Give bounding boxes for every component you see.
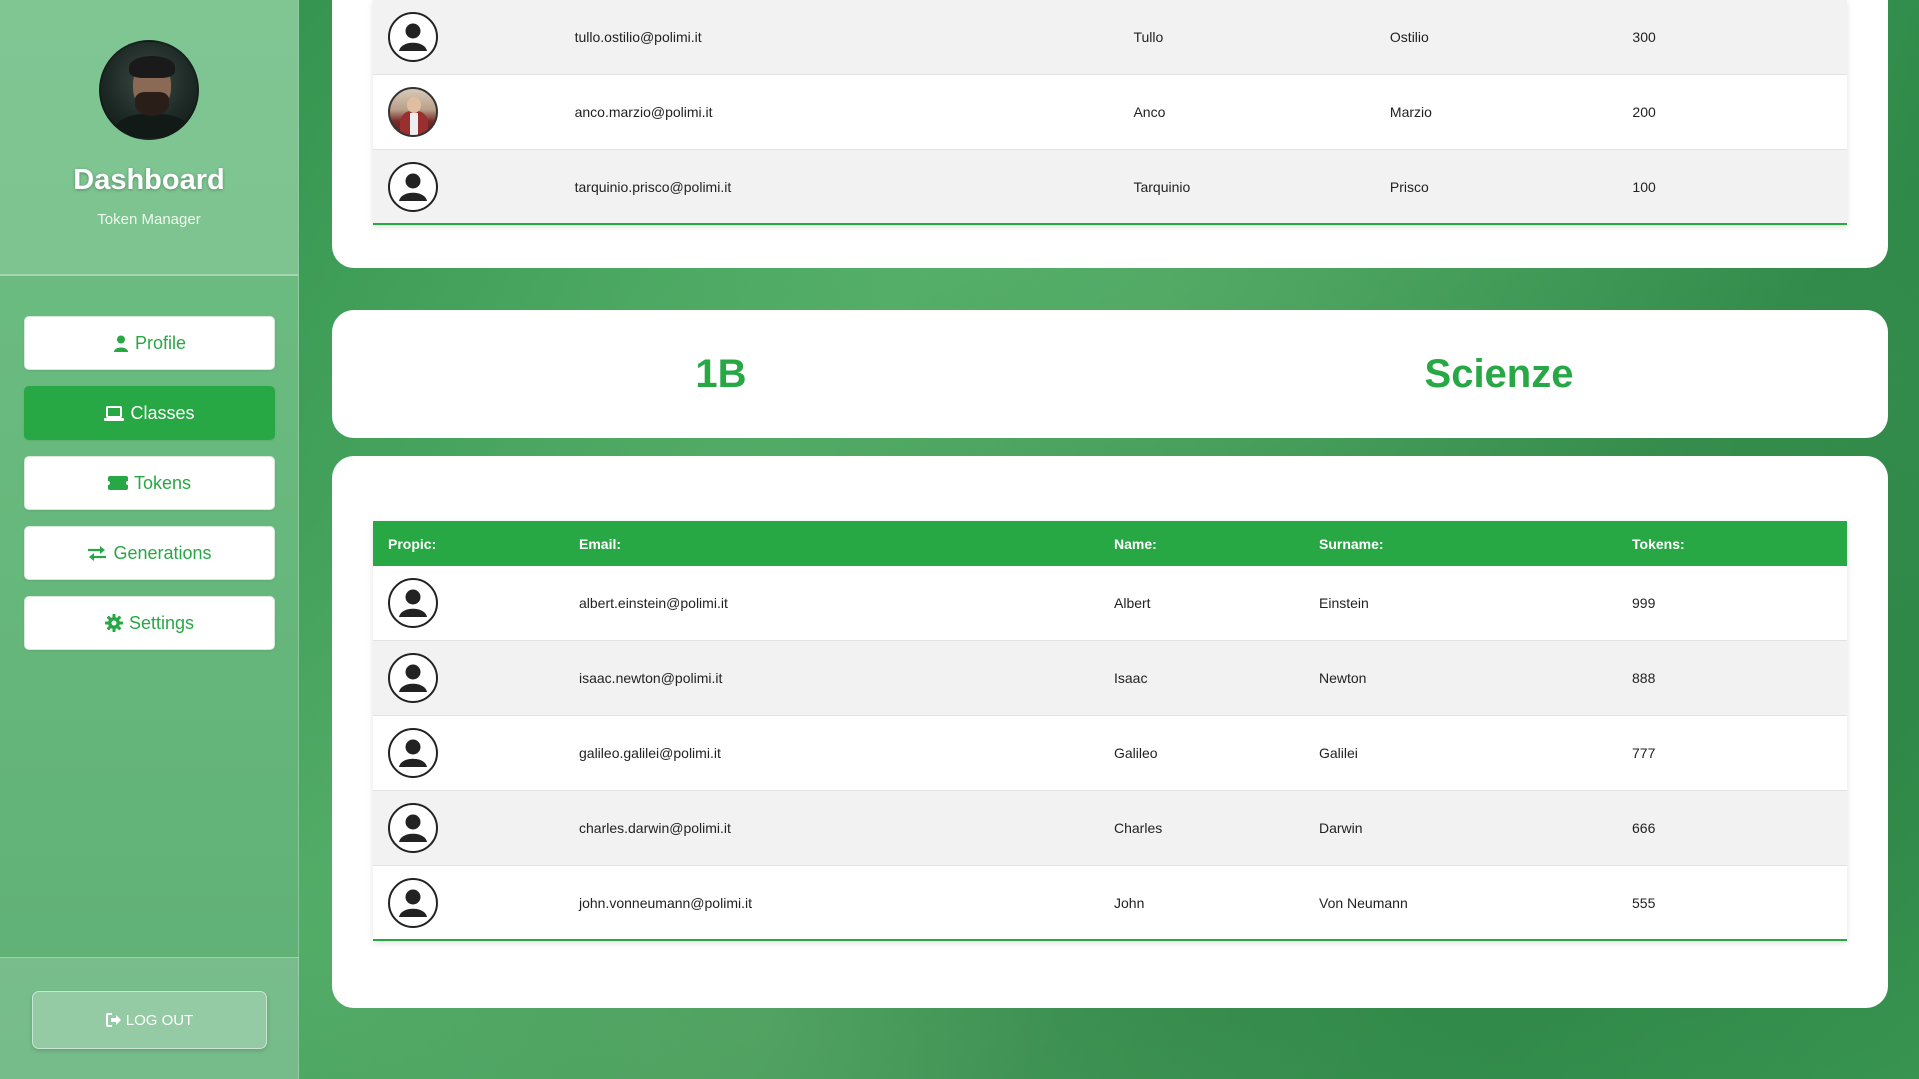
previous-class-card: tullo.ostilio@polimi.it Tullo Ostilio 30… <box>332 0 1888 268</box>
table-row[interactable]: tarquinio.prisco@polimi.it Tarquinio Pri… <box>373 150 1847 225</box>
default-avatar-icon <box>388 728 438 778</box>
table-row[interactable]: anco.marzio@polimi.it Anco Marzio 200 <box>373 75 1847 150</box>
tokens-cell: 666 <box>1632 820 1656 836</box>
email-cell: albert.einstein@polimi.it <box>579 595 728 611</box>
dashboard-subtitle: Token Manager <box>97 211 201 228</box>
logout-button[interactable]: LOG OUT <box>32 991 267 1049</box>
sidebar-nav: Profile Classes Tokens Generations Setti… <box>24 316 275 666</box>
tokens-cell: 777 <box>1632 745 1656 761</box>
table-row[interactable]: charles.darwin@polimi.it Charles Darwin … <box>373 791 1847 866</box>
nav-profile-label: Profile <box>134 332 187 353</box>
surname-cell: Ostilio <box>1389 29 1429 45</box>
name-cell: Anco <box>1133 104 1166 120</box>
logout-label: LOG OUT <box>125 1011 194 1029</box>
tokens-cell: 100 <box>1632 178 1656 195</box>
sign-out-icon <box>105 1013 122 1027</box>
surname-cell: Von Neumann <box>1319 894 1408 911</box>
nav-tokens-button[interactable]: Tokens <box>24 456 275 510</box>
table-row[interactable]: albert.einstein@polimi.it Albert Einstei… <box>373 566 1847 641</box>
exchange-icon <box>87 545 107 562</box>
sidebar: Dashboard Token Manager Profile Classes … <box>0 0 299 1079</box>
nav-generations-button[interactable]: Generations <box>24 526 275 580</box>
name-cell: Charles <box>1114 820 1163 836</box>
nav-settings-label: Settings <box>128 612 195 633</box>
table-row[interactable]: john.vonneumann@polimi.it John Von Neuma… <box>373 866 1847 941</box>
email-cell: isaac.newton@polimi.it <box>579 670 723 686</box>
class-header-card: 1B Scienze <box>332 310 1888 438</box>
tokens-cell: 300 <box>1632 29 1656 45</box>
name-cell: Tarquinio <box>1133 178 1191 195</box>
surname-cell: Darwin <box>1319 820 1363 836</box>
table-row[interactable]: tullo.ostilio@polimi.it Tullo Ostilio 30… <box>373 0 1847 75</box>
class-students-card: Propic: Email: Name: Surname: Tokens: al… <box>332 456 1888 1008</box>
name-cell: John <box>1114 894 1145 911</box>
name-cell: Galileo <box>1114 745 1158 761</box>
table-row[interactable]: galileo.galilei@polimi.it Galileo Galile… <box>373 716 1847 791</box>
ticket-icon <box>107 476 128 490</box>
name-cell: Isaac <box>1114 670 1148 686</box>
email-cell: john.vonneumann@polimi.it <box>579 894 752 911</box>
email-cell: galileo.galilei@polimi.it <box>579 745 721 761</box>
header-email[interactable]: Email: <box>579 536 1114 552</box>
table-row[interactable]: isaac.newton@polimi.it Isaac Newton 888 <box>373 641 1847 716</box>
name-cell: Albert <box>1114 595 1151 611</box>
previous-class-table: tullo.ostilio@polimi.it Tullo Ostilio 30… <box>373 0 1847 225</box>
surname-cell: Marzio <box>1389 104 1432 120</box>
surname-cell: Einstein <box>1319 595 1369 611</box>
user-icon <box>113 335 129 352</box>
gear-icon <box>104 614 123 632</box>
header-tokens[interactable]: Tokens: <box>1632 536 1847 552</box>
user-photo <box>388 87 438 137</box>
default-avatar-icon <box>388 653 438 703</box>
sidebar-header: Dashboard Token Manager <box>0 0 298 276</box>
email-cell: anco.marzio@polimi.it <box>574 104 713 120</box>
surname-cell: Newton <box>1319 670 1367 686</box>
tokens-cell: 999 <box>1632 595 1656 611</box>
header-surname[interactable]: Surname: <box>1319 536 1632 552</box>
email-cell: tullo.ostilio@polimi.it <box>574 29 702 45</box>
header-propic[interactable]: Propic: <box>373 536 579 552</box>
dashboard-title: Dashboard <box>73 164 225 196</box>
email-cell: tarquinio.prisco@polimi.it <box>574 178 732 195</box>
default-avatar-icon <box>388 877 438 928</box>
default-avatar-icon <box>388 578 438 628</box>
class-name: 1B <box>695 351 747 396</box>
surname-cell: Prisco <box>1389 178 1429 195</box>
nav-profile-button[interactable]: Profile <box>24 316 275 370</box>
nav-generations-label: Generations <box>113 542 212 563</box>
tokens-cell: 888 <box>1632 670 1656 686</box>
laptop-icon <box>104 405 125 421</box>
header-name[interactable]: Name: <box>1114 536 1319 552</box>
nav-classes-button[interactable]: Classes <box>24 386 275 440</box>
email-cell: charles.darwin@polimi.it <box>579 820 731 836</box>
class-subject: Scienze <box>1424 351 1574 396</box>
students-table: Propic: Email: Name: Surname: Tokens: al… <box>373 521 1847 941</box>
nav-classes-label: Classes <box>130 402 195 423</box>
default-avatar-icon <box>388 161 438 212</box>
surname-cell: Galilei <box>1319 745 1358 761</box>
default-avatar-icon <box>388 12 438 62</box>
nav-settings-button[interactable]: Settings <box>24 596 275 650</box>
name-cell: Tullo <box>1133 29 1164 45</box>
nav-tokens-label: Tokens <box>133 472 192 493</box>
default-avatar-icon <box>388 803 438 853</box>
sidebar-footer: LOG OUT <box>0 957 299 1079</box>
tokens-cell: 200 <box>1632 104 1656 120</box>
user-avatar[interactable] <box>99 40 199 140</box>
table-header: Propic: Email: Name: Surname: Tokens: <box>373 521 1847 566</box>
tokens-cell: 555 <box>1632 894 1656 911</box>
